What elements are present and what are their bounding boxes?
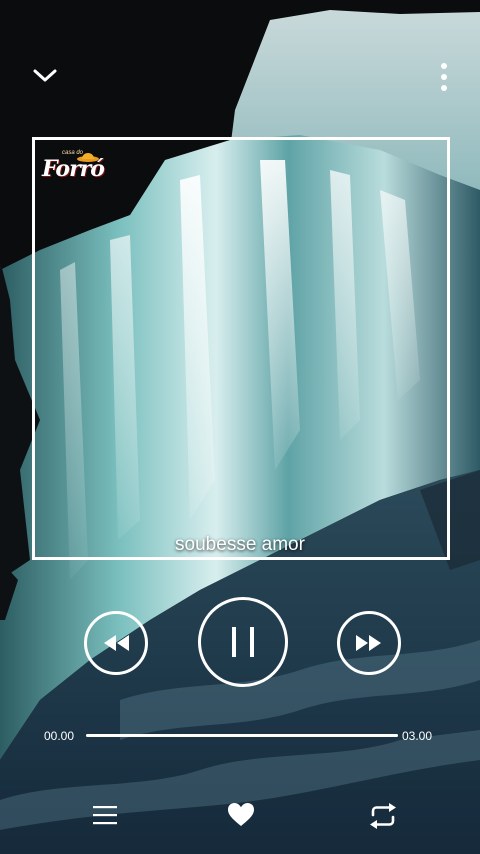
current-time: 00.00 xyxy=(44,729,75,743)
progress-fill xyxy=(86,734,398,737)
more-vertical-icon[interactable] xyxy=(434,60,454,94)
previous-button[interactable] xyxy=(84,611,148,675)
progress-slider[interactable] xyxy=(86,734,398,737)
music-player-screen: casa do Forró soubesse amor 00.00 03.00 xyxy=(0,0,480,854)
pause-icon xyxy=(232,627,254,657)
app-logo: casa do Forró xyxy=(40,146,105,194)
album-art-frame xyxy=(32,137,450,560)
total-time: 03.00 xyxy=(402,729,433,743)
fast-forward-icon xyxy=(356,635,381,651)
menu-icon[interactable] xyxy=(90,800,120,830)
repeat-icon[interactable] xyxy=(366,800,400,832)
pause-button[interactable] xyxy=(198,597,288,687)
logo-brand-text: Forró xyxy=(42,156,105,182)
chevron-down-icon[interactable] xyxy=(28,62,62,90)
lyric-line: soubesse amor xyxy=(175,534,305,555)
rewind-icon xyxy=(104,635,129,651)
next-button[interactable] xyxy=(337,611,401,675)
heart-icon[interactable] xyxy=(225,800,257,830)
